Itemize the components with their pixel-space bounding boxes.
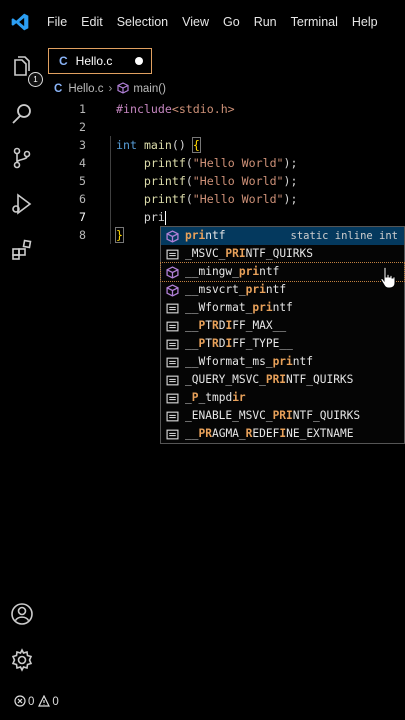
suggestion-label: __PRAGMA_REDEFINE_EXTNAME [185,427,354,440]
suggestion-label: __PTRDIFF_MAX__ [185,319,287,332]
extensions-icon[interactable] [8,236,36,264]
breadcrumb-file[interactable]: Hello.c [68,83,103,95]
constant-icon [165,337,179,351]
line-number: 2 [79,120,86,134]
suggestion-item[interactable]: __PTRDIFF_MAX__ [161,317,404,335]
line-number: 8 [79,228,86,242]
suggestion-label: __Wformat_ms_printf [185,355,313,368]
warning-count: 0 [52,696,59,708]
suggestion-label: _P_tmpdir [185,391,246,404]
tab-hello-c[interactable]: C Hello.c [48,48,152,74]
suggestion-item[interactable]: __mingw_printf [160,262,405,282]
constant-icon [165,319,179,333]
warning-icon [38,694,51,710]
constant-icon [165,355,179,369]
line-number: 4 [79,156,86,170]
code-line[interactable]: 5 printf("Hello World"); [44,172,405,190]
source-control-icon[interactable] [8,144,36,172]
suggestion-label: _ENABLE_MSVC_PRINTF_QUIRKS [185,409,361,422]
cube-icon [117,81,129,97]
code-text: pri [116,210,167,225]
code-line[interactable]: 2 [44,118,405,136]
suggestion-label: __mingw_printf [185,265,280,278]
suggestion-detail: static inline int [290,230,398,242]
chevron-right-icon: › [108,83,113,95]
menu-run[interactable]: Run [247,0,284,44]
explorer-badge: 1 [28,72,43,87]
code-text: #include<stdio.h> [116,102,235,116]
line-number: 6 [79,192,86,206]
run-debug-icon[interactable] [8,190,36,218]
status-bar: 0 0 [0,684,405,720]
vscode-logo-icon [0,0,40,44]
suggestion-label: _QUERY_MSVC_PRINTF_QUIRKS [185,373,354,386]
code-text: printf("Hello World"); [143,174,298,188]
suggestion-item[interactable]: __PTRDIFF_TYPE__ [161,335,404,353]
suggestion-label: __msvcrt_printf [185,283,287,296]
suggestion-item[interactable]: __msvcrt_printf [161,281,404,299]
line-number: 7 [79,210,86,224]
suggestion-item[interactable]: __Wformat_printf [161,299,404,317]
menu-go[interactable]: Go [216,0,247,44]
menu-help[interactable]: Help [345,0,385,44]
problems-status[interactable]: 0 0 [14,694,59,710]
code-text: printf("Hello World"); [143,156,298,170]
line-number: 3 [79,138,86,152]
search-icon[interactable] [8,100,36,128]
code-text: printf("Hello World"); [143,192,298,206]
suggestion-label: printf [185,229,226,242]
text-cursor [164,210,167,225]
menu-file[interactable]: File [40,0,74,44]
code-line[interactable]: 1 #include<stdio.h> [44,100,405,118]
explorer-icon[interactable]: 1 [8,54,43,87]
suggestion-item[interactable]: _MSVC_PRINTF_QUIRKS [161,245,404,263]
suggestion-item[interactable]: _ENABLE_MSVC_PRINTF_QUIRKS [161,407,404,425]
suggestion-label: __PTRDIFF_TYPE__ [185,337,293,350]
error-count: 0 [28,696,35,708]
menu-terminal[interactable]: Terminal [284,0,345,44]
menu-edit[interactable]: Edit [74,0,110,44]
breadcrumb-symbol[interactable]: main() [133,83,166,95]
activity-bar: 1 [0,44,44,684]
error-icon [14,694,26,710]
constant-icon [165,391,179,405]
unsaved-dot-icon[interactable] [135,57,143,65]
line-number: 5 [79,174,86,188]
constant-icon [165,409,179,423]
suggestion-item[interactable]: _QUERY_MSVC_PRINTF_QUIRKS [161,371,404,389]
menu-selection[interactable]: Selection [110,0,175,44]
constant-icon [165,373,179,387]
menu-view[interactable]: View [175,0,216,44]
suggestion-item[interactable]: __PRAGMA_REDEFINE_EXTNAME [161,425,404,443]
method-icon [165,229,179,243]
suggestion-item[interactable]: __Wformat_ms_printf [161,353,404,371]
breadcrumb: C Hello.c › main() [44,78,405,100]
tab-bar: C Hello.c [44,44,405,78]
constant-icon [165,247,179,261]
code-line[interactable]: 4 printf("Hello World"); [44,154,405,172]
suggestion-widget: printf static inline int _MSVC_PRINTF_QUIR… [160,226,405,444]
code-text: } [115,227,124,243]
suggestion-item[interactable]: printf static inline int [161,227,404,245]
code-text: int main() { [116,137,201,153]
suggestion-label: _MSVC_PRINTF_QUIRKS [185,247,313,260]
constant-icon [165,301,179,315]
suggestion-label: __Wformat_printf [185,301,293,314]
suggestion-item[interactable]: _P_tmpdir [161,389,404,407]
code-line[interactable]: 7 pri [44,208,405,226]
menu-bar: File Edit Selection View Go Run Terminal Help [0,0,405,44]
account-icon[interactable] [8,600,36,628]
constant-icon [165,427,179,441]
hand-pointer-icon [378,266,398,290]
method-icon [165,265,179,279]
settings-gear-icon[interactable] [8,646,36,674]
c-file-icon: C [59,54,68,68]
code-line[interactable]: 6 printf("Hello World"); [44,190,405,208]
c-file-icon: C [54,83,63,95]
tab-label: Hello.c [75,54,113,68]
method-icon [165,283,179,297]
code-line[interactable]: 3 int main() { [44,136,405,154]
line-number: 1 [79,102,86,116]
